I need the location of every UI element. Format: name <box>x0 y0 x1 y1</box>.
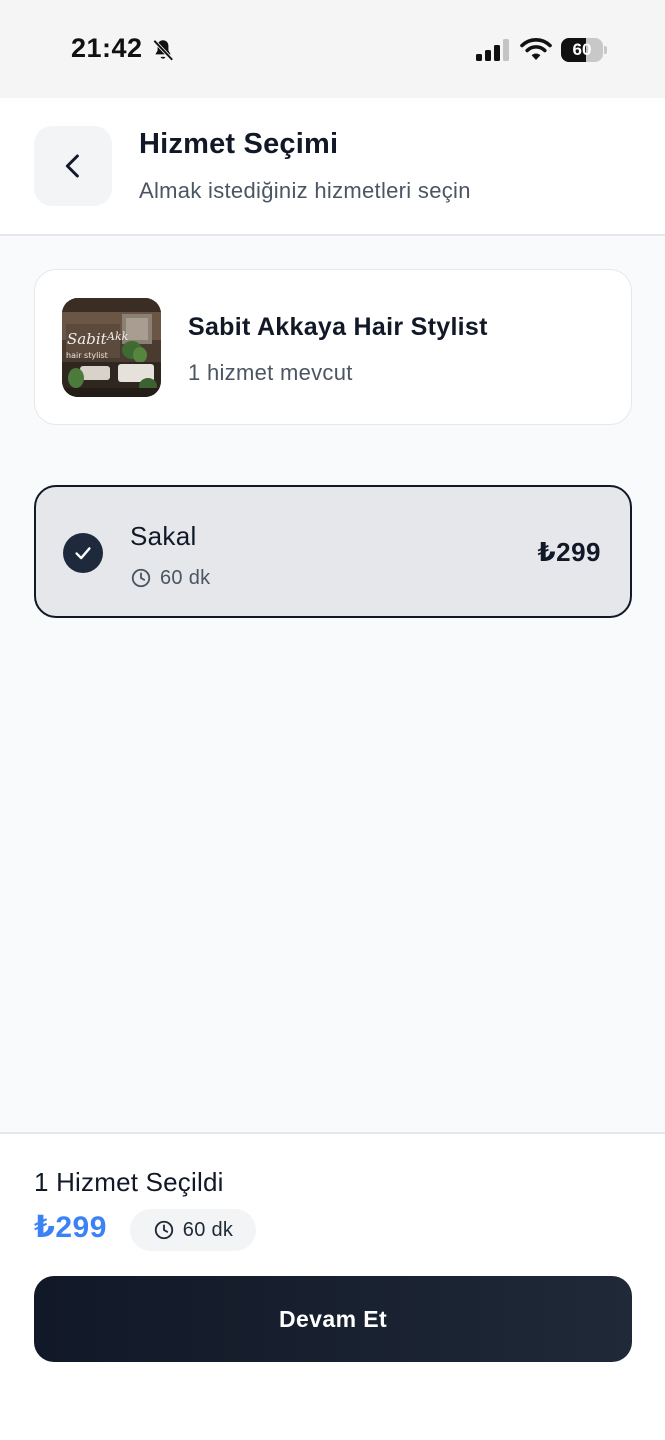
salon-name: Sabit Akkaya Hair Stylist <box>188 313 488 341</box>
battery-level: 60 <box>572 40 592 59</box>
bell-off-icon <box>153 39 174 61</box>
total-duration-text: 60 dk <box>182 1218 234 1241</box>
salon-service-count: 1 hizmet mevcut <box>188 360 353 385</box>
chevron-left-icon <box>65 154 79 178</box>
service-selection-screen: 21:42 60 Hizmet Seçimi Almak istediğiniz… <box>0 0 665 1440</box>
service-duration: 60 dk <box>130 565 210 591</box>
continue-label: Devam Et <box>278 1305 388 1332</box>
service-item-sakal[interactable]: Sakal 60 dk ₺299 <box>34 485 632 618</box>
signal-icon <box>476 39 509 61</box>
status-time: 21:42 <box>71 33 143 63</box>
total-duration-badge: 60 dk <box>130 1209 256 1251</box>
total-price: ₺299 <box>34 1211 107 1244</box>
selection-summary-footer: 1 Hizmet Seçildi ₺299 60 dk Devam Et <box>0 1132 665 1440</box>
continue-button[interactable]: Devam Et <box>34 1276 632 1362</box>
status-bar: 21:42 60 <box>0 0 665 98</box>
clock-icon <box>131 568 151 588</box>
svg-text:Sabit: Sabit <box>67 330 108 348</box>
salon-image: Sabit Akk hair stylist <box>62 298 161 397</box>
battery-icon: 60 <box>561 38 607 62</box>
page-title: Hizmet Seçimi <box>139 128 339 160</box>
service-price: ₺299 <box>537 537 601 567</box>
svg-text:Akk: Akk <box>106 330 129 343</box>
service-duration-text: 60 dk <box>160 566 211 589</box>
page-subtitle: Almak istediğiniz hizmetleri seçin <box>139 178 471 203</box>
back-button[interactable] <box>34 126 112 206</box>
page-header: Hizmet Seçimi Almak istediğiniz hizmetle… <box>0 98 665 236</box>
salon-card: Sabit Akk hair stylist Sabit Akkaya Hair… <box>34 269 632 425</box>
selected-count: 1 Hizmet Seçildi <box>34 1167 224 1197</box>
svg-text:hair stylist: hair stylist <box>66 351 108 360</box>
wifi-icon <box>520 38 552 60</box>
clock-icon <box>154 1220 173 1240</box>
selected-check-icon <box>63 533 103 573</box>
service-name: Sakal <box>130 521 197 551</box>
